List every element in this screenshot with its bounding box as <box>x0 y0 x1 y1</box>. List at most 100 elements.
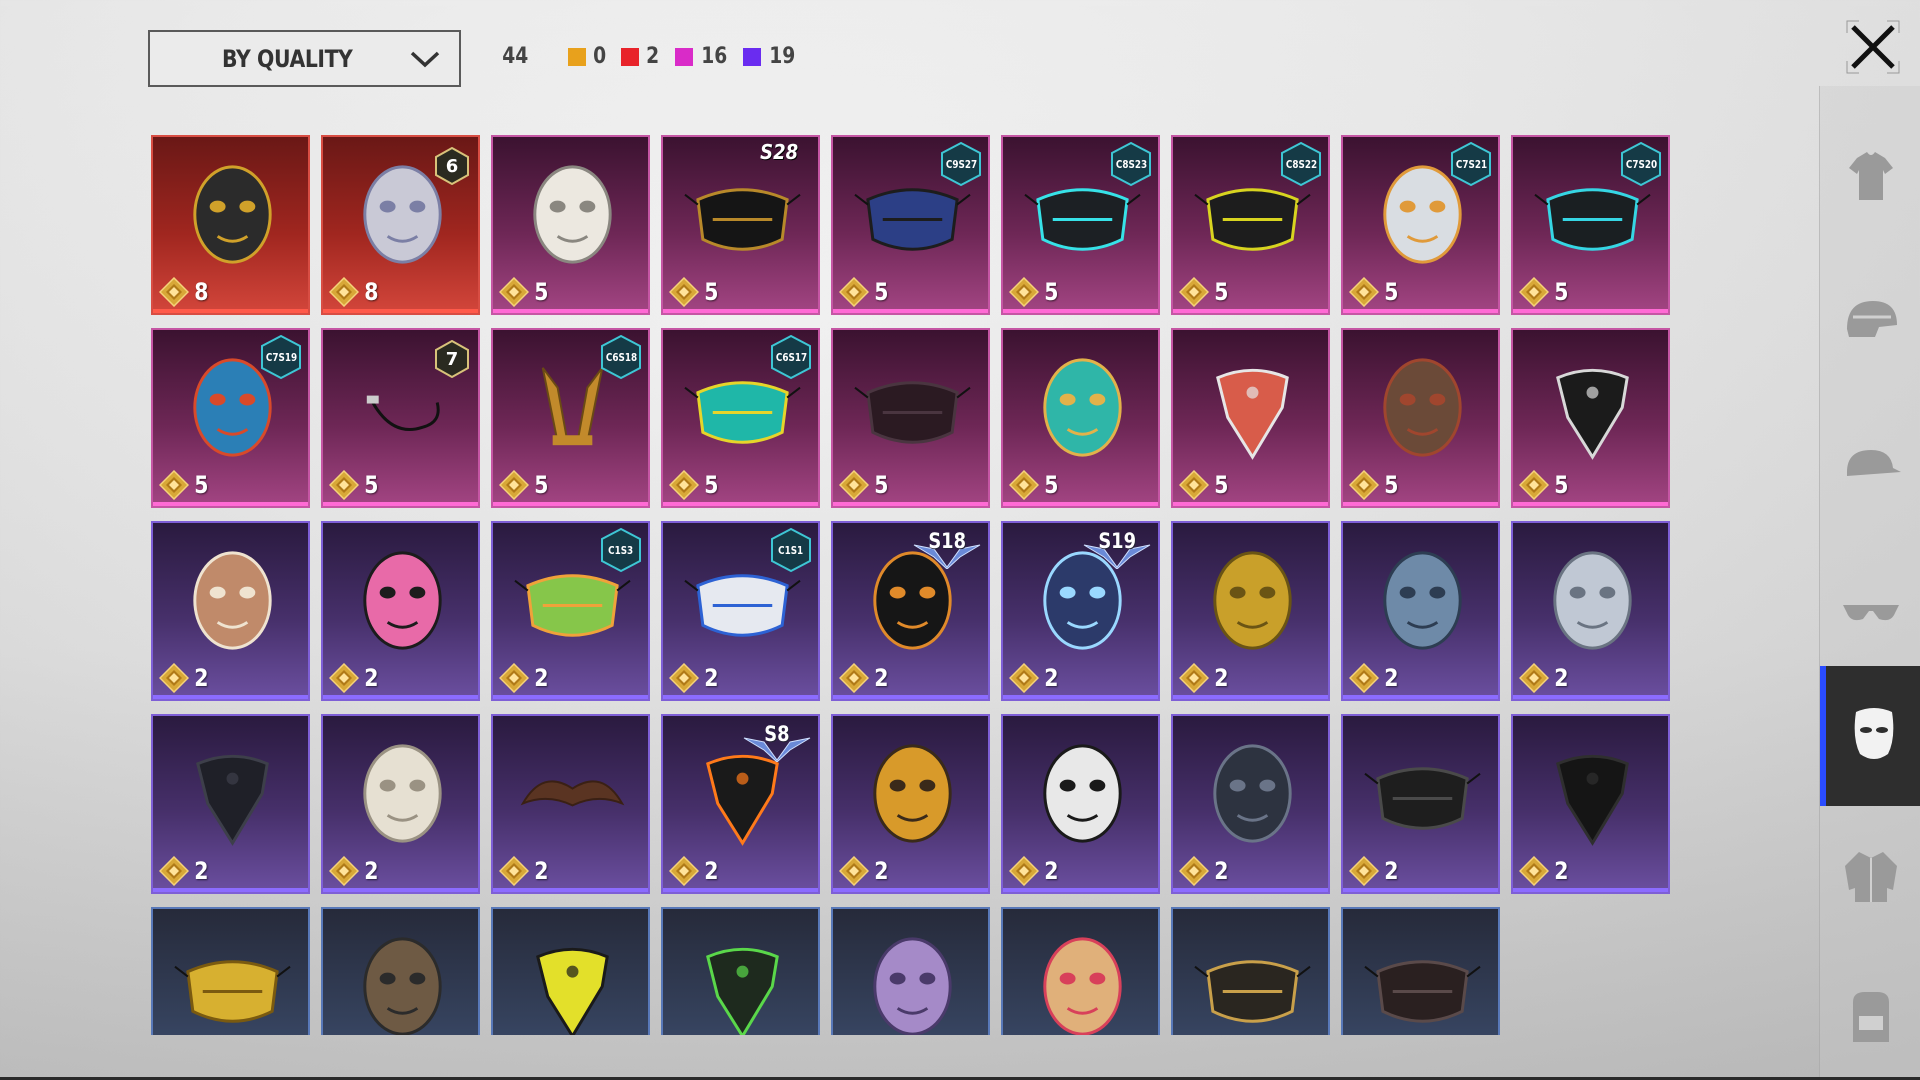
quality-bar <box>833 888 988 892</box>
cost-value: 2 <box>194 857 209 885</box>
coin-icon <box>328 662 360 694</box>
item-card-yellow-dot-bandana[interactable] <box>491 907 650 1035</box>
cost-value: 5 <box>534 471 549 499</box>
quality-bar <box>1173 502 1328 506</box>
item-card-dark-muzzle[interactable]: 5 <box>831 328 990 508</box>
coin-icon <box>1178 469 1210 501</box>
item-card-golden-horns[interactable]: C6S18 5 <box>491 328 650 508</box>
item-card-white-teeth-mask[interactable]: 2 <box>1001 714 1160 894</box>
item-cost: 2 <box>1008 855 1060 887</box>
lion-dance-mask-icon <box>1023 348 1142 468</box>
quality-bar <box>493 695 648 699</box>
item-card-crying-cat-mask[interactable]: 5 <box>491 135 650 315</box>
item-card-tribal-mask[interactable]: C7S19 5 <box>151 328 310 508</box>
season-wing-badge: S18 <box>912 529 982 569</box>
item-card-dark-skull-mask[interactable]: 2 <box>1171 714 1330 894</box>
sort-label: BY QUALITY <box>222 44 353 73</box>
quality-bar <box>833 502 988 506</box>
item-card-skull-bandana-black[interactable]: 5 <box>1511 328 1670 508</box>
item-card-plague-beak-mask[interactable]: 68 <box>321 135 480 315</box>
glasses-tab[interactable] <box>1820 541 1920 681</box>
total-count: 44 <box>502 44 529 69</box>
crying-cat-mask-icon <box>513 155 632 275</box>
sort-dropdown[interactable]: BY QUALITY <box>148 30 461 87</box>
quality-count-purple: 19 <box>743 44 798 69</box>
item-card-plain-black-bandana[interactable]: 2 <box>1511 714 1670 894</box>
item-card-leather-beak-mask[interactable]: 5 <box>1341 328 1500 508</box>
quality-bar <box>663 309 818 313</box>
item-card-gold-helmet-mask[interactable]: 2 <box>1171 521 1330 701</box>
item-card-flame-bandana[interactable]: S8 2 <box>661 714 820 894</box>
item-card-skull-bandana-red[interactable]: 5 <box>1171 328 1330 508</box>
item-cost: 5 <box>1348 276 1400 308</box>
item-card-black-dragon-face-mask[interactable]: S28 5 <box>661 135 820 315</box>
close-button[interactable] <box>1838 18 1908 76</box>
item-card-purple-theater-mask[interactable] <box>831 907 990 1035</box>
item-card-black-cyan-mask[interactable]: C7S20 5 <box>1511 135 1670 315</box>
item-card-blue-respirator[interactable]: C9S27 5 <box>831 135 990 315</box>
cost-value: 5 <box>704 278 719 306</box>
item-card-lion-dance-mask[interactable]: 5 <box>1001 328 1160 508</box>
item-card-visor-mask[interactable]: S19 2 <box>1001 521 1160 701</box>
cost-value: 2 <box>1214 857 1229 885</box>
quality-bar <box>1173 695 1328 699</box>
item-card-blue-white-face-mask[interactable]: C1S1 2 <box>661 521 820 701</box>
item-card-white-mech-mask[interactable]: C7S21 5 <box>1341 135 1500 315</box>
item-card-gas-respirator[interactable] <box>1341 907 1500 1035</box>
pink-swatch <box>674 47 693 66</box>
item-card-blue-steel-mask[interactable]: 2 <box>1341 521 1500 701</box>
item-card-studded-gold-mask[interactable]: 2 <box>831 714 990 894</box>
cost-value: 2 <box>704 664 719 692</box>
item-card-steel-knight-mask[interactable]: 8 <box>151 135 310 315</box>
item-card-gold-pattern-mask[interactable] <box>1171 907 1330 1035</box>
mask-tab[interactable] <box>1820 666 1920 806</box>
item-card-black-bandana[interactable]: 2 <box>151 714 310 894</box>
helmet-tab[interactable] <box>1820 251 1920 391</box>
quality-bar <box>1003 695 1158 699</box>
item-card-cyan-tech-mask[interactable]: C8S23 5 <box>1001 135 1160 315</box>
coin-icon <box>158 469 190 501</box>
item-card-red-theater-mask[interactable] <box>1001 907 1160 1035</box>
yellow-dot-bandana-icon <box>513 927 632 1035</box>
outfit-tab[interactable] <box>1820 106 1920 246</box>
item-card-graffiti-face-mask[interactable]: C6S17 5 <box>661 328 820 508</box>
cap-tab[interactable] <box>1820 396 1920 536</box>
white-teeth-mask-icon <box>1023 734 1142 854</box>
cost-value: 2 <box>1554 857 1569 885</box>
coin-icon <box>668 469 700 501</box>
item-cost: 8 <box>158 276 210 308</box>
cost-value: 5 <box>1214 278 1229 306</box>
item-cost: 5 <box>1008 469 1060 501</box>
item-card-green-cross-face-mask[interactable]: C1S3 2 <box>491 521 650 701</box>
jacket-icon <box>1844 852 1897 902</box>
item-card-heartbeat-mask[interactable]: S18 2 <box>831 521 990 701</box>
season-wing-badge: S19 <box>1082 529 1152 569</box>
item-card-gold-sequin-mask[interactable] <box>151 907 310 1035</box>
item-cost: 2 <box>1348 662 1400 694</box>
quality-bar <box>493 888 648 892</box>
coin-icon <box>1008 276 1040 308</box>
item-cost: 2 <box>328 855 380 887</box>
cost-value: 5 <box>194 471 209 499</box>
cost-value: 8 <box>364 278 379 306</box>
coin-icon <box>498 855 530 887</box>
item-card-riot-muzzle[interactable]: 2 <box>1341 714 1500 894</box>
item-cost: 2 <box>158 662 210 694</box>
item-card-green-web-bandana[interactable] <box>661 907 820 1035</box>
item-card-silver-steel-mask[interactable]: 2 <box>1511 521 1670 701</box>
season-badge: C6S17 <box>768 334 814 380</box>
item-cost: 5 <box>1348 469 1400 501</box>
item-card-pink-monkey-mask[interactable]: 2 <box>321 521 480 701</box>
item-card-mummy-mask[interactable]: 2 <box>321 714 480 894</box>
item-card-rusty-hockey-mask[interactable] <box>321 907 480 1035</box>
item-card-earpiece[interactable]: 75 <box>321 328 480 508</box>
item-card-black-ring-mask[interactable]: C8S22 5 <box>1171 135 1330 315</box>
item-card-mammoth-mask[interactable]: 2 <box>151 521 310 701</box>
item-cost: 5 <box>1518 469 1570 501</box>
cost-value: 5 <box>1044 471 1059 499</box>
coin-icon <box>668 276 700 308</box>
backpack-tab[interactable] <box>1820 946 1920 1080</box>
coin-icon <box>1518 662 1550 694</box>
item-card-mustache[interactable]: 2 <box>491 714 650 894</box>
jacket-tab[interactable] <box>1820 806 1920 946</box>
